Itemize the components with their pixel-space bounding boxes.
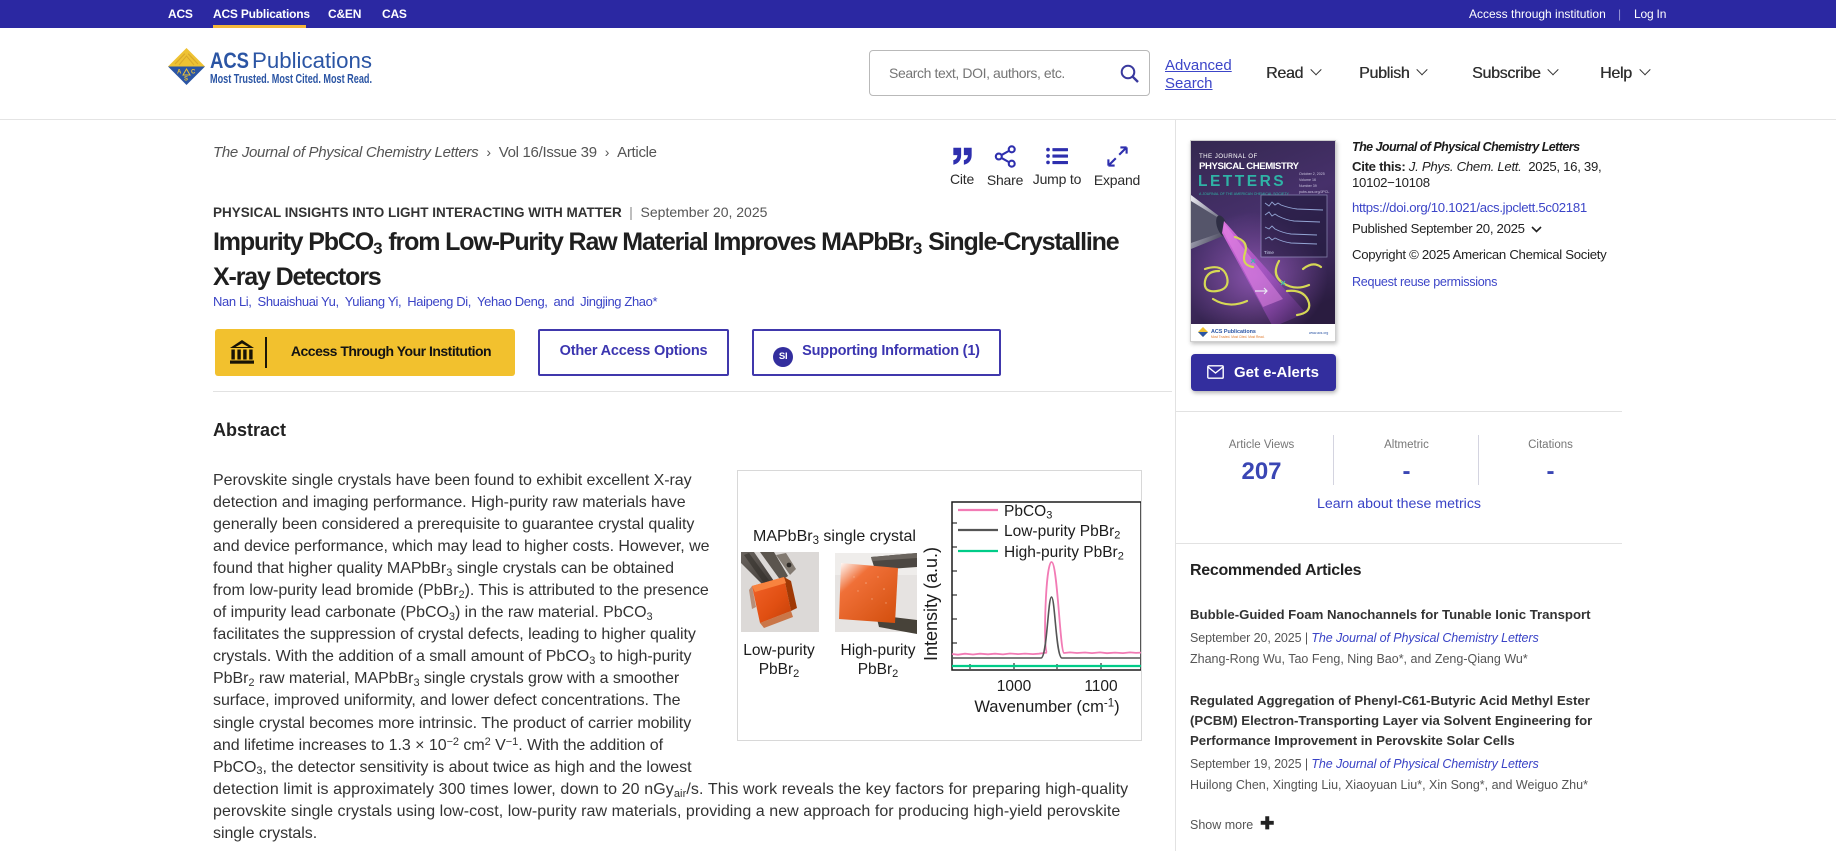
svg-text:A JOURNAL OF THE AMERICAN CHEM: A JOURNAL OF THE AMERICAN CHEMICAL SOCIE… <box>1199 192 1290 196</box>
svg-text:Low-purity PbBr2: Low-purity PbBr2 <box>1004 523 1120 542</box>
svg-text:pubs.acs.org/JPCL: pubs.acs.org/JPCL <box>1299 190 1329 194</box>
svg-text:Publications: Publications <box>252 48 372 73</box>
svg-text:Volume 16: Volume 16 <box>1299 178 1316 182</box>
svg-text:S: S <box>184 77 188 83</box>
svg-text:1100: 1100 <box>1084 678 1118 695</box>
svg-text:Most Trusted. Most Cited. Most: Most Trusted. Most Cited. Most Read. <box>210 72 372 86</box>
svg-text:PbCO3: PbCO3 <box>1004 503 1052 522</box>
svg-text:October 2, 2025: October 2, 2025 <box>1299 172 1325 176</box>
svg-text:THE JOURNAL OF: THE JOURNAL OF <box>1199 153 1258 160</box>
svg-text:1000: 1000 <box>997 678 1032 695</box>
svg-text:Intensity (a.u.): Intensity (a.u.) <box>921 547 941 661</box>
svg-text:High-purity PbBr2: High-purity PbBr2 <box>1004 544 1124 563</box>
svg-text:PbBr2: PbBr2 <box>759 661 800 680</box>
svg-text:ACS: ACS <box>210 48 249 73</box>
svg-text:Low-purity: Low-purity <box>743 642 815 659</box>
svg-text:High-purity: High-purity <box>841 642 916 659</box>
svg-text:PHYSICAL CHEMISTRY: PHYSICAL CHEMISTRY <box>1199 161 1300 172</box>
svg-text:Time: Time <box>1264 250 1274 255</box>
svg-text:A: A <box>177 70 182 76</box>
svg-text:PbBr2: PbBr2 <box>858 661 899 680</box>
svg-text:Number 39: Number 39 <box>1299 184 1317 188</box>
svg-text:LETTERS: LETTERS <box>1198 173 1286 190</box>
svg-text:Wavenumber (cm-1): Wavenumber (cm-1) <box>974 698 1119 717</box>
svg-text:C: C <box>191 70 196 76</box>
svg-text:Most Trusted. Most Cited. Most: Most Trusted. Most Cited. Most Read. <box>1211 335 1265 339</box>
svg-text:MAPbBr3 single crystal: MAPbBr3 single crystal <box>753 528 916 547</box>
svg-text:www.acs.org: www.acs.org <box>1309 331 1328 335</box>
